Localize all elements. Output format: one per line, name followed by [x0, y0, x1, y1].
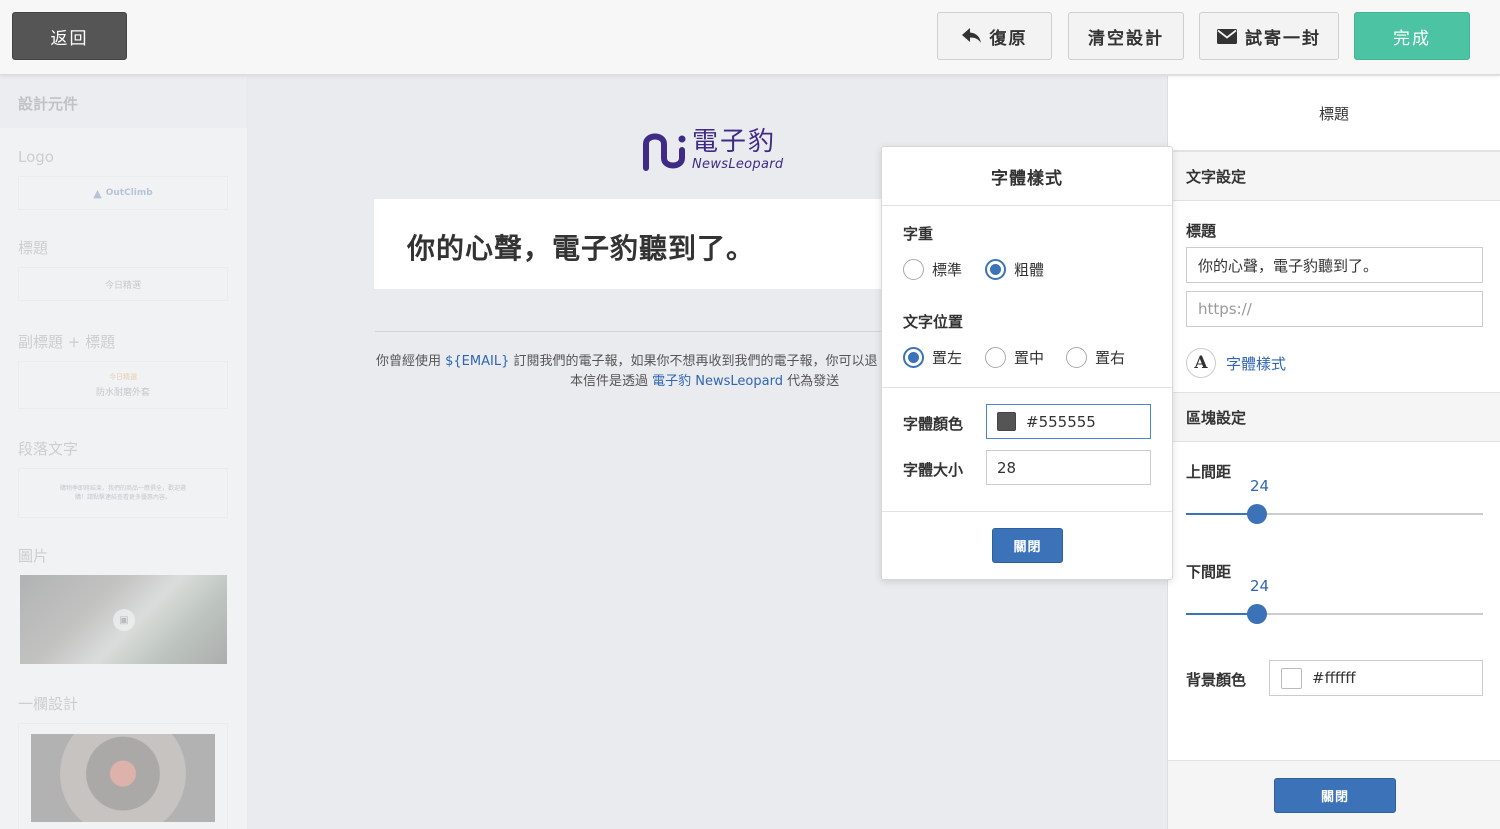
unsubscribe-note: 你曾經使用 ${EMAIL} 訂閱我們的電子報，如果你不想再收到我們的電子報，你…	[376, 350, 878, 369]
bg-color-label: 背景顏色	[1186, 671, 1247, 689]
panel-close-button[interactable]: 關閉	[1274, 778, 1396, 813]
component-paragraph-preview: 購物季即將結束，我們的商品一應俱全，歡迎選購！請點擊連結查看更多優惠內容。	[59, 485, 186, 501]
text-align-label: 文字位置	[903, 313, 964, 331]
component-subtitle-title-preview: 防水耐磨外套	[95, 388, 150, 398]
properties-panel: 標題 文字設定 標題 你的心聲，電子豹聽到了。 https:// A 字體樣式 …	[1167, 76, 1500, 829]
url-input[interactable]: https://	[1186, 291, 1483, 327]
bottom-padding-slider[interactable]	[1186, 604, 1483, 624]
align-center-radio[interactable]: 置中	[985, 347, 1044, 368]
font-style-link[interactable]: A 字體樣式	[1186, 348, 1286, 378]
component-label-one-column: 一欄設計	[18, 695, 79, 713]
unsubscribe-note-pre: 你曾經使用	[376, 354, 446, 369]
component-image-preview[interactable]: ▣	[20, 575, 227, 664]
weight-normal-label: 標準	[932, 261, 963, 279]
text-settings-header: 文字設定	[1168, 151, 1500, 201]
bg-color-swatch[interactable]	[1281, 667, 1302, 689]
send-test-button[interactable]: 試寄一封	[1199, 12, 1339, 60]
component-subtitle-title[interactable]: 今日精選 防水耐磨外套	[18, 361, 228, 409]
newsleopard-mark-icon	[643, 133, 686, 171]
email-variable: ${EMAIL}	[445, 354, 510, 369]
image-icon: ▣	[113, 609, 135, 631]
component-sidebar: 設計元件 Logo ▲ OutClimb 標題 今日精選 副標題 + 標題 今日…	[0, 76, 248, 829]
newsleopard-logo[interactable]: 電子豹 NewsLeopard	[642, 128, 783, 172]
logo-chinese-text: 電子豹	[692, 126, 777, 157]
top-toolbar: 返回 復原 清空設計 試寄一封 完成	[0, 0, 1500, 75]
radio-unchecked-icon	[1066, 347, 1087, 368]
radio-unchecked-icon	[985, 347, 1006, 368]
component-title-preview: 今日精選	[104, 280, 141, 291]
font-color-label: 字體顏色	[903, 415, 964, 433]
title-field-label: 標題	[1186, 222, 1217, 240]
bottom-padding-label: 下間距	[1186, 563, 1232, 581]
top-padding-value: 24	[1250, 477, 1270, 495]
popover-close-button[interactable]: 關閉	[992, 528, 1063, 563]
component-label-title: 標題	[18, 239, 49, 257]
top-padding-slider[interactable]	[1186, 504, 1483, 524]
font-style-popover: 字體樣式 字重 標準 粗體 文字位置 置左 置中 置右 字體顏色 #555555…	[881, 146, 1173, 580]
sender-note: 本信件是透過 電子豹 NewsLeopard 代為發送	[570, 370, 839, 389]
weight-bold-radio[interactable]: 粗體	[985, 259, 1044, 280]
popover-divider	[882, 511, 1172, 512]
component-title[interactable]: 今日精選	[18, 267, 228, 301]
component-label-image: 圖片	[18, 547, 49, 565]
component-logo[interactable]: ▲ OutClimb	[18, 176, 228, 210]
font-color-input[interactable]: #555555	[986, 404, 1151, 439]
clear-design-label: 清空設計	[1088, 28, 1164, 49]
radio-checked-icon	[985, 259, 1006, 280]
block-settings-header: 區塊設定	[1168, 392, 1500, 442]
popover-title: 字體樣式	[882, 147, 1172, 206]
bg-color-input[interactable]: #ffffff	[1269, 660, 1483, 696]
top-padding-label: 上間距	[1186, 463, 1232, 481]
font-color-value: #555555	[1026, 412, 1096, 431]
radio-unchecked-icon	[903, 259, 924, 280]
align-left-label: 置左	[932, 349, 963, 367]
font-weight-label: 字重	[903, 225, 934, 243]
font-style-link-label: 字體樣式	[1226, 354, 1287, 373]
sender-note-pre: 本信件是透過	[570, 374, 653, 389]
logo-english-text: NewsLeopard	[692, 156, 784, 172]
send-test-label: 試寄一封	[1245, 28, 1321, 49]
title-input[interactable]: 你的心聲，電子豹聽到了。	[1186, 247, 1483, 283]
radio-checked-icon	[903, 347, 924, 368]
panel-title: 標題	[1168, 76, 1500, 151]
weight-bold-label: 粗體	[1014, 261, 1045, 279]
undo-label: 復原	[989, 28, 1028, 49]
component-label-logo: Logo	[18, 148, 54, 166]
align-right-label: 置右	[1095, 349, 1126, 367]
component-logo-preview: OutClimb	[105, 188, 153, 198]
font-size-value: 28	[997, 458, 1017, 477]
newsleopard-link[interactable]: 電子豹 NewsLeopard	[652, 374, 783, 389]
reply-arrow-icon	[961, 28, 981, 43]
weight-normal-radio[interactable]: 標準	[903, 259, 962, 280]
undo-button[interactable]: 復原	[937, 12, 1052, 60]
bg-color-value: #ffffff	[1312, 669, 1356, 687]
panel-footer: 關閉	[1168, 760, 1500, 829]
component-label-paragraph: 段落文字	[18, 440, 79, 458]
bottom-padding-value: 24	[1250, 577, 1270, 595]
unsubscribe-note-post: 訂閱我們的電子報，如果你不想再收到我們的電子報，你可以退	[509, 354, 878, 369]
align-center-label: 置中	[1014, 349, 1045, 367]
back-button[interactable]: 返回	[12, 12, 127, 60]
envelope-icon	[1217, 28, 1237, 44]
slider-handle[interactable]	[1247, 604, 1267, 624]
font-size-input[interactable]: 28	[986, 450, 1151, 485]
align-left-radio[interactable]: 置左	[903, 347, 962, 368]
done-button[interactable]: 完成	[1354, 12, 1470, 60]
component-subtitle-preview: 今日精選	[109, 373, 137, 381]
component-paragraph[interactable]: 購物季即將結束，我們的商品一應俱全，歡迎選購！請點擊連結查看更多優惠內容。	[18, 468, 228, 518]
clear-design-button[interactable]: 清空設計	[1068, 12, 1184, 60]
one-column-image-preview	[31, 734, 215, 822]
font-color-swatch[interactable]	[997, 412, 1016, 431]
component-label-subtitle-title: 副標題 + 標題	[18, 333, 116, 351]
sidebar-heading: 設計元件	[0, 76, 247, 128]
align-right-radio[interactable]: 置右	[1066, 347, 1125, 368]
popover-divider	[882, 387, 1172, 388]
font-size-label: 字體大小	[903, 461, 964, 479]
mountain-logo-icon: ▲	[93, 186, 102, 200]
sender-note-post: 代為發送	[782, 374, 840, 389]
letter-a-icon: A	[1186, 348, 1216, 378]
slider-handle[interactable]	[1247, 504, 1267, 524]
